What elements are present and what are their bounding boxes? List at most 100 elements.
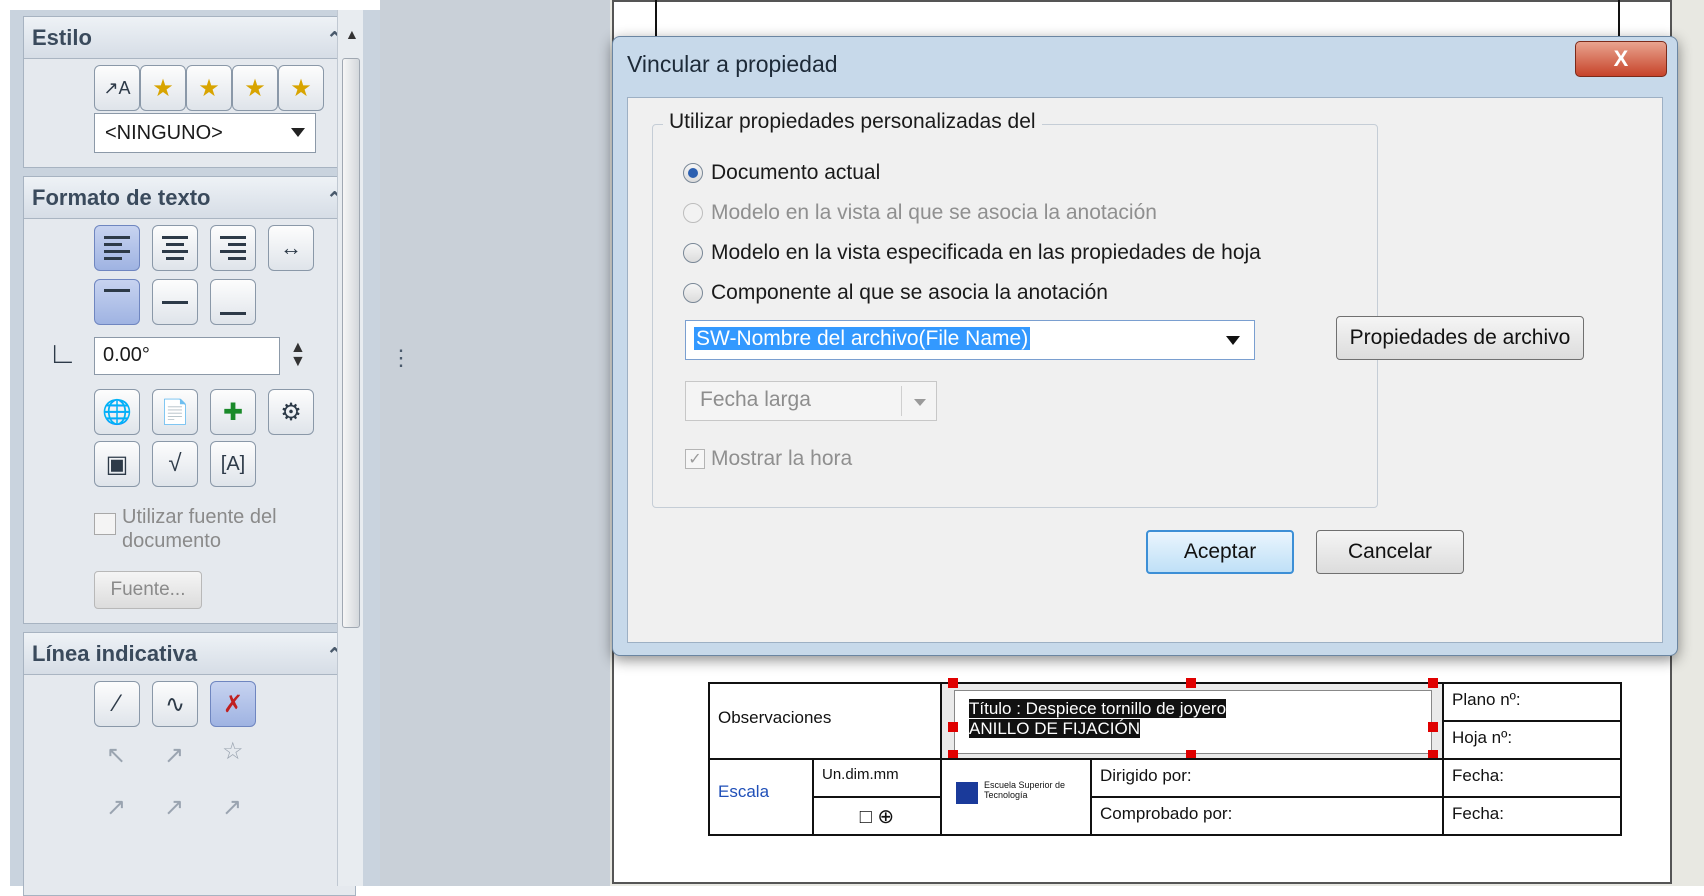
angle-spinner[interactable]: ▲ ▼ <box>290 340 306 370</box>
valign-middle-button[interactable] <box>152 279 198 325</box>
directed-by-cell: Dirigido por: <box>1090 758 1444 798</box>
dialog-body: Utilizar propiedades personalizadas del … <box>627 97 1663 643</box>
frame-icon: ▣ <box>105 450 129 478</box>
stack-text-button[interactable]: [A] <box>210 441 256 487</box>
add-symbol-button[interactable]: ✚ <box>210 389 256 435</box>
radio-indicator[interactable] <box>683 203 703 223</box>
delete-style-button[interactable]: ★ <box>186 65 232 111</box>
use-document-font-checkbox[interactable] <box>94 513 116 535</box>
align-right-button[interactable] <box>210 225 256 271</box>
stack-text-icon: [A] <box>220 452 246 475</box>
chevron-down-icon[interactable] <box>1226 336 1240 345</box>
radio-indicator[interactable] <box>683 243 703 263</box>
show-time-checkbox-row[interactable]: ✓ Mostrar la hora <box>685 447 852 471</box>
school-logo-icon <box>956 782 978 804</box>
no-leader-button[interactable]: ✗ <box>210 681 256 727</box>
style-group-title: Estilo <box>32 25 92 50</box>
leader-style-3-icon[interactable]: ↗ <box>222 793 242 822</box>
align-left-icon <box>104 236 130 260</box>
valign-top-button[interactable] <box>94 279 140 325</box>
star-save-icon: ★ <box>244 74 266 102</box>
use-document-font-label: Utilizar fuente del documento <box>122 506 277 552</box>
panel-collapse-handle-icon[interactable]: ⋮ <box>390 347 412 369</box>
globe-icon: 🌐 <box>102 398 132 426</box>
logo-text: Escuela Superior de Tecnología <box>984 780 1066 800</box>
leader-style-1-icon[interactable]: ↗ <box>106 793 126 822</box>
logo-cell: Escuela Superior de Tecnología <box>940 758 1092 836</box>
checkmark-icon[interactable]: ✓ <box>685 449 705 469</box>
load-style-button[interactable]: ★ <box>278 65 324 111</box>
radio-label: Documento actual <box>711 161 881 184</box>
radio-model-in-view-sheet[interactable]: Modelo en la vista especificada en las p… <box>683 241 1261 265</box>
plan-number-cell: Plano nº: <box>1442 682 1622 722</box>
hyperlink-button[interactable]: 🌐 <box>94 389 140 435</box>
date-cell-1: Fecha: <box>1442 758 1622 798</box>
sheet-border-line-right <box>1618 0 1620 36</box>
style-group-header[interactable]: Estilo ⌃ <box>24 17 355 59</box>
link-property-icon: 📄 <box>160 398 190 426</box>
sheet-number-cell: Hoja nº: <box>1442 720 1622 760</box>
date-format-value: Fecha larga <box>700 388 811 411</box>
projection-symbol-icon: □ ⊕ <box>859 806 895 828</box>
font-button[interactable]: Fuente... <box>94 571 202 609</box>
apply-style-button[interactable]: ↗A <box>94 65 140 111</box>
star-delete-icon: ★ <box>198 74 220 102</box>
close-button[interactable]: X <box>1575 41 1667 77</box>
show-time-label: Mostrar la hora <box>711 447 853 470</box>
leader-left-icon[interactable]: ↖ <box>106 741 126 770</box>
add-style-button[interactable]: ★ <box>140 65 186 111</box>
leader-nearest-icon[interactable]: ☆ <box>222 737 244 766</box>
chevron-down-icon[interactable] <box>914 399 926 406</box>
panel-scrollbar[interactable]: ▲ <box>337 10 363 886</box>
resize-handle[interactable] <box>1186 678 1196 688</box>
frame-button[interactable]: ▣ <box>94 441 140 487</box>
radio-indicator[interactable] <box>683 163 703 183</box>
leader-right-icon[interactable]: ↗ <box>164 741 184 770</box>
resize-handle[interactable] <box>1428 722 1438 732</box>
title-cell[interactable]: Título : Despiece tornillo de joyero ANI… <box>940 678 1444 760</box>
text-format-group: Formato de texto ⌃ ↔ ∟ 0.00° ▲▼ 🌐 📄 ✚ ⚙ <box>23 176 356 624</box>
cancel-button[interactable]: Cancelar <box>1316 530 1464 574</box>
radio-component-annotation[interactable]: Componente al que se asocia la anotación <box>683 281 1108 305</box>
star-load-icon: ★ <box>290 74 312 102</box>
text-format-group-header[interactable]: Formato de texto ⌃ <box>24 177 355 219</box>
leader-group-header[interactable]: Línea indicativa ⌃ <box>24 633 355 675</box>
straight-leader-button[interactable]: ∕ <box>94 681 140 727</box>
title-annotation-box[interactable]: Título : Despiece tornillo de joyero ANI… <box>954 690 1432 754</box>
property-select[interactable]: SW-Nombre del archivo(File Name) <box>685 320 1255 360</box>
save-style-button[interactable]: ★ <box>232 65 278 111</box>
scroll-up-icon[interactable]: ▲ <box>345 26 359 42</box>
radio-label: Modelo en la vista al que se asocia la a… <box>711 201 1157 224</box>
checked-by-cell: Comprobado por: <box>1090 796 1444 836</box>
link-property-button[interactable]: 📄 <box>152 389 198 435</box>
style-select[interactable]: <NINGUNO> <box>94 113 316 153</box>
leader-group-title: Línea indicativa <box>32 641 198 666</box>
resize-handle[interactable] <box>1428 678 1438 688</box>
no-leader-icon: ✗ <box>222 690 244 718</box>
symbol-library-button[interactable]: ⚙ <box>268 389 314 435</box>
property-manager-panel: Estilo ⌃ ↗A ★ ★ ★ ★ <NINGUNO> Formato de… <box>10 10 380 896</box>
property-select-value: SW-Nombre del archivo(File Name) <box>694 327 1031 350</box>
align-left-button[interactable] <box>94 225 140 271</box>
radio-current-document[interactable]: Documento actual <box>683 161 880 185</box>
surface-finish-button[interactable]: √ <box>152 441 198 487</box>
canvas-background <box>380 0 610 886</box>
projection-symbol-cell: □ ⊕ <box>812 796 942 836</box>
resize-handle[interactable] <box>948 722 958 732</box>
align-center-button[interactable] <box>152 225 198 271</box>
resize-handle[interactable] <box>948 678 958 688</box>
angle-input[interactable]: 0.00° <box>94 337 280 375</box>
file-properties-button[interactable]: Propiedades de archivo <box>1336 316 1584 360</box>
bent-leader-button[interactable]: ∿ <box>152 681 198 727</box>
scroll-thumb[interactable] <box>342 58 360 628</box>
text-format-group-title: Formato de texto <box>32 185 211 210</box>
radio-indicator[interactable] <box>683 283 703 303</box>
leader-style-2-icon[interactable]: ↗ <box>164 793 184 822</box>
date-format-select[interactable]: Fecha larga <box>685 381 937 421</box>
valign-bottom-button[interactable] <box>210 279 256 325</box>
ok-button[interactable]: Aceptar <box>1146 530 1294 574</box>
align-center-icon <box>162 236 188 260</box>
chevron-down-icon <box>291 128 305 137</box>
radio-model-in-view-annotation[interactable]: Modelo en la vista al que se asocia la a… <box>683 201 1157 225</box>
justify-button[interactable]: ↔ <box>268 225 314 271</box>
